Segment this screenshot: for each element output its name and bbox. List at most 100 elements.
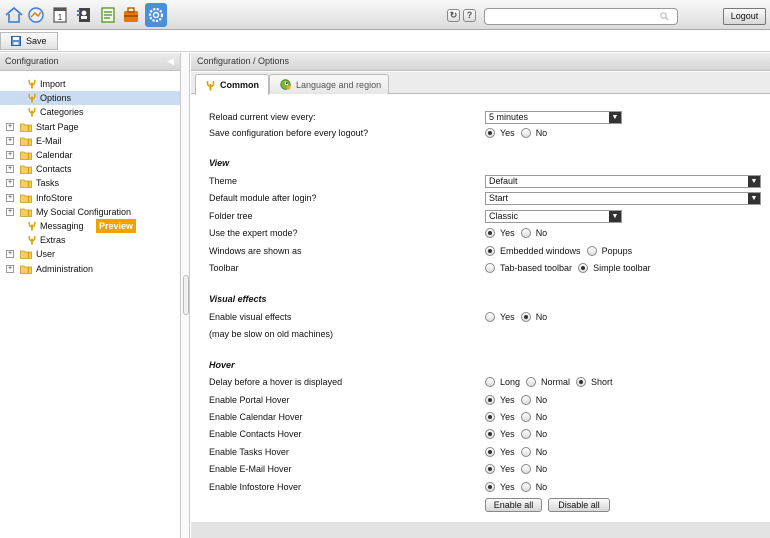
tree-item-contacts[interactable]: + Contacts — [0, 162, 180, 176]
save-before-logout-label: Save configuration before every logout? — [209, 128, 369, 138]
floppy-icon — [11, 36, 21, 46]
portal-hover-no-radio[interactable] — [520, 395, 531, 405]
home-icon[interactable] — [4, 5, 24, 25]
visual-effects-note: (may be slow on old machines) — [209, 329, 334, 339]
splitter-handle[interactable] — [183, 275, 189, 315]
save-before-logout-yes-radio[interactable] — [485, 128, 495, 138]
calendar-hover-yes-radio[interactable] — [485, 412, 495, 422]
contacts-hover-yes-radio[interactable] — [485, 429, 495, 439]
expand-icon[interactable]: + — [6, 122, 14, 131]
hover-delay-long-radio[interactable] — [485, 377, 495, 387]
tab-language-region[interactable]: Language and region — [269, 74, 389, 94]
tree-item-user[interactable]: + User — [0, 247, 180, 261]
hover-delay-short-radio[interactable] — [576, 377, 587, 387]
search-input[interactable] — [484, 8, 678, 25]
tree-item-administration[interactable]: + Administration — [0, 262, 180, 276]
tree-item-start-page[interactable]: + Start Page — [0, 120, 180, 134]
reload-interval-label: Reload current view every: — [209, 112, 316, 122]
visual-effects-no-radio[interactable] — [520, 312, 531, 322]
hover-delay-label: Delay before a hover is displayed — [209, 377, 343, 387]
enable-all-button[interactable]: Enable all — [485, 498, 542, 512]
simple-toolbar-radio[interactable] — [578, 263, 589, 273]
tree-item-label: Options — [40, 93, 72, 104]
tree-item-my-social-configuration[interactable]: + My Social Configuration — [0, 205, 180, 219]
reload-interval-select[interactable]: 5 minutes ▼ — [485, 111, 622, 124]
tree-item-label: Start Page — [36, 121, 79, 132]
calendar-hover-radio-group: Yes No — [485, 410, 553, 424]
embedded-windows-radio[interactable] — [485, 246, 495, 256]
expand-icon[interactable]: + — [6, 136, 14, 145]
email-hover-radio-group: Yes No — [485, 462, 553, 476]
theme-select[interactable]: Default ▼ — [485, 175, 761, 188]
tree-item-extras[interactable]: Extras — [0, 233, 180, 247]
folder-tree-select[interactable]: Classic ▼ — [485, 210, 622, 223]
save-before-logout-radio-group: Yes No — [485, 126, 553, 140]
collapse-panel-icon[interactable]: ◀ — [167, 53, 174, 70]
tab-common[interactable]: Common — [195, 74, 269, 95]
expand-icon[interactable]: + — [6, 250, 14, 259]
options-form: Reload current view every: 5 minutes ▼ S… — [199, 96, 770, 522]
expand-icon[interactable]: + — [6, 151, 14, 159]
expand-icon[interactable]: + — [6, 165, 14, 174]
tasks-hover-no-radio[interactable] — [520, 447, 531, 457]
tasks-icon[interactable] — [98, 5, 118, 25]
expert-mode-no-radio[interactable] — [520, 228, 531, 238]
expert-mode-yes-radio[interactable] — [485, 228, 495, 238]
breadcrumb: Configuration / Options — [191, 53, 770, 71]
windows-mode-radio-group: Embedded windows Popups — [485, 244, 638, 258]
email-hover-label: Enable E-Mail Hover — [209, 464, 292, 474]
toolbar-style-radio-group: Tab-based toolbar Simple toolbar — [485, 261, 657, 275]
toolbar-style-label: Toolbar — [209, 263, 239, 273]
configuration-tree-panel: Configuration ◀ Import Options Categories +… — [0, 53, 181, 538]
tree-item-e-mail[interactable]: + E-Mail — [0, 134, 180, 148]
search-icon[interactable] — [660, 12, 669, 21]
tree-item-calendar[interactable]: + Calendar — [0, 148, 180, 162]
tree-item-tasks[interactable]: + Tasks — [0, 176, 180, 190]
hover-delay-normal-radio[interactable] — [526, 377, 537, 387]
tree-item-label: Extras — [40, 235, 66, 246]
email-hover-no-radio[interactable] — [520, 464, 531, 474]
popups-radio[interactable] — [586, 246, 597, 256]
tree-item-import[interactable]: Import — [0, 77, 180, 91]
visual-effects-yes-radio[interactable] — [485, 312, 495, 322]
save-before-logout-no-radio[interactable] — [520, 128, 531, 138]
contacts-icon[interactable] — [74, 5, 94, 25]
save-button[interactable]: Save — [0, 32, 58, 50]
tree-item-label: Import — [40, 79, 66, 89]
tree-item-label: Categories — [40, 107, 84, 118]
calendar-hover-no-radio[interactable] — [520, 412, 531, 422]
preview-badge: Preview — [96, 219, 137, 233]
tree-item-label: Tasks — [36, 178, 60, 189]
infostore-hover-radio-group: Yes No — [485, 480, 553, 494]
expand-icon[interactable]: + — [6, 179, 14, 188]
disable-all-button[interactable]: Disable all — [548, 498, 610, 512]
infostore-icon[interactable] — [121, 5, 141, 25]
portal-icon[interactable] — [26, 5, 46, 25]
infostore-hover-no-radio[interactable] — [520, 482, 531, 492]
hover-delay-radio-group: Long Normal Short — [485, 375, 619, 389]
configuration-icon[interactable] — [145, 3, 167, 27]
calendar-icon[interactable]: 1 — [50, 5, 70, 25]
portal-hover-yes-radio[interactable] — [485, 395, 495, 405]
contacts-hover-no-radio[interactable] — [520, 429, 531, 439]
chevron-down-icon: ▼ — [609, 112, 621, 123]
logout-button[interactable]: Logout — [723, 8, 766, 25]
expand-icon[interactable]: + — [6, 264, 14, 273]
tasks-hover-yes-radio[interactable] — [485, 447, 495, 457]
tab-based-toolbar-radio[interactable] — [485, 263, 495, 273]
tree-item-categories[interactable]: Categories — [0, 105, 180, 119]
expand-icon[interactable]: + — [6, 207, 14, 216]
email-hover-yes-radio[interactable] — [485, 464, 495, 474]
tree-item-label: My Social Configuration — [36, 206, 132, 217]
expand-icon[interactable]: + — [6, 193, 14, 202]
help-button[interactable]: ? — [463, 9, 476, 22]
refresh-button[interactable]: ↻ — [447, 9, 460, 22]
folder-tree-label: Folder tree — [209, 211, 253, 221]
tree-item-options[interactable]: Options — [0, 91, 180, 106]
tree-item-infostore[interactable]: + InfoStore — [0, 191, 180, 205]
infostore-hover-yes-radio[interactable] — [485, 482, 495, 492]
tree-item-messaging[interactable]: Messaging Preview — [0, 219, 180, 233]
section-visual-effects-heading: Visual effects — [209, 294, 267, 304]
wrench-icon — [206, 80, 215, 90]
default-module-select[interactable]: Start ▼ — [485, 192, 761, 205]
